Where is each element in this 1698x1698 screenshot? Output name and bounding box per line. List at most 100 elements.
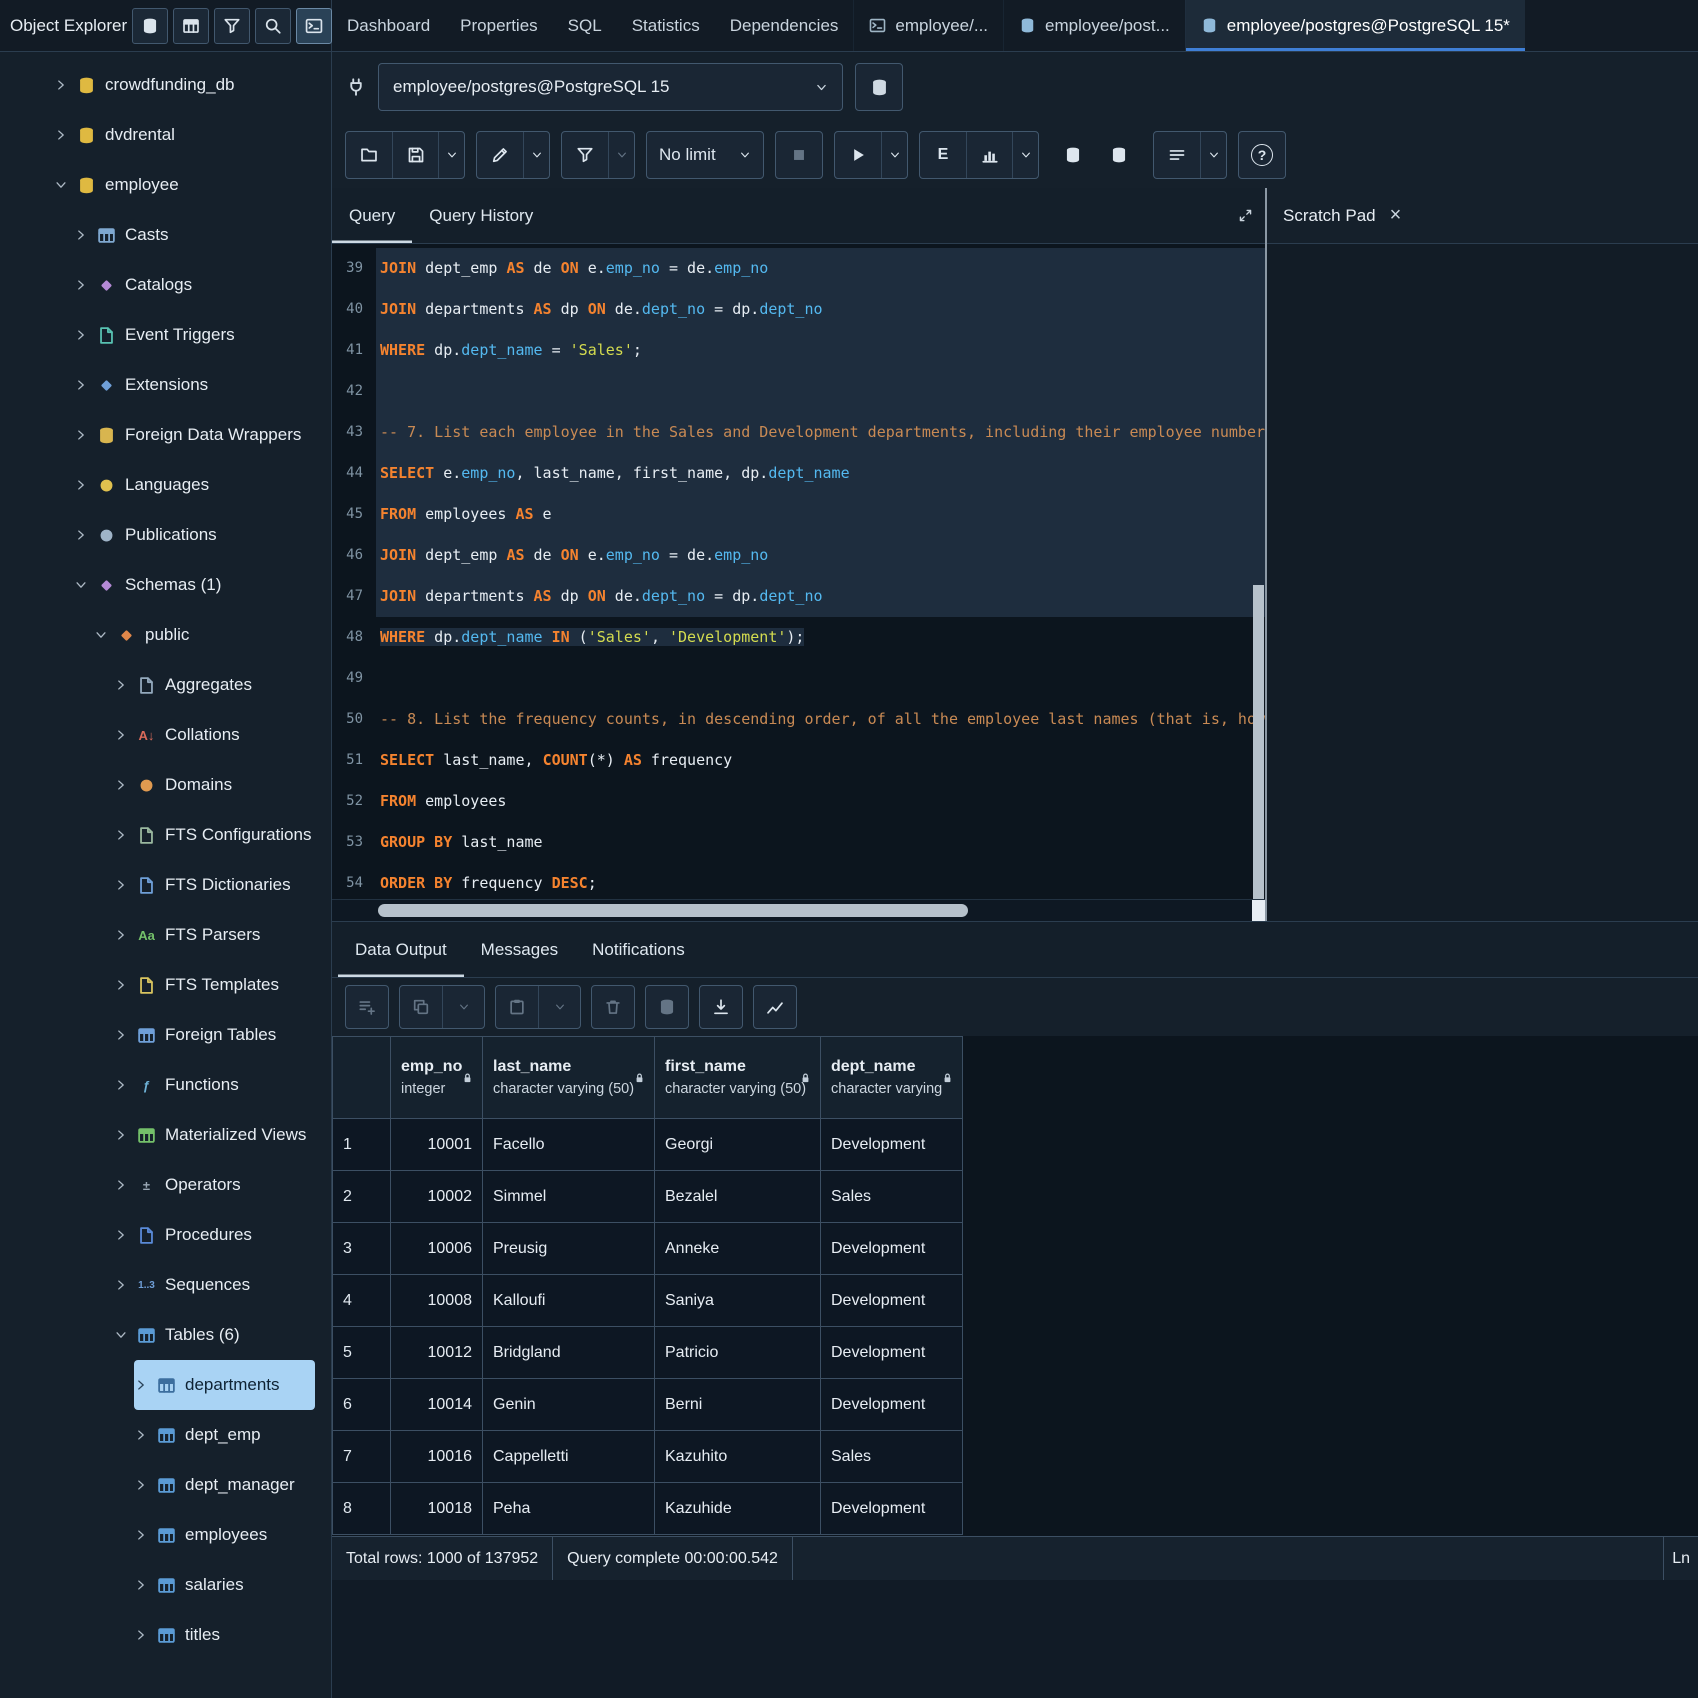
- cell-first_name[interactable]: Patricio: [655, 1327, 821, 1379]
- chevron-right-icon[interactable]: [114, 1028, 128, 1042]
- cell-first_name[interactable]: Bezalel: [655, 1171, 821, 1223]
- connection-select[interactable]: employee/postgres@PostgreSQL 15: [378, 63, 843, 111]
- edit-options-button[interactable]: [523, 132, 549, 178]
- tab-employee-postgres-postgresql-15[interactable]: employee/postgres@PostgreSQL 15*: [1185, 0, 1525, 51]
- chevron-right-icon[interactable]: [114, 1228, 128, 1242]
- chevron-right-icon[interactable]: [134, 1378, 148, 1392]
- cell-last_name[interactable]: Bridgland: [483, 1327, 655, 1379]
- row-number-cell[interactable]: 3: [333, 1223, 391, 1275]
- chevron-right-icon[interactable]: [54, 78, 68, 92]
- chevron-right-icon[interactable]: [74, 378, 88, 392]
- tab-dependencies[interactable]: Dependencies: [715, 0, 854, 51]
- tree-item-dept-emp[interactable]: dept_emp: [134, 1410, 315, 1460]
- cancel-query-button[interactable]: [776, 132, 822, 178]
- tree-item-casts[interactable]: Casts: [74, 210, 315, 260]
- tree-item-salaries[interactable]: salaries: [134, 1560, 315, 1610]
- paste-options-button[interactable]: [538, 986, 580, 1028]
- horizontal-scroll-thumb[interactable]: [378, 904, 968, 917]
- cell-emp_no[interactable]: 10001: [391, 1119, 483, 1171]
- tree-item-materialized-views[interactable]: Materialized Views: [114, 1110, 315, 1160]
- cell-last_name[interactable]: Kalloufi: [483, 1275, 655, 1327]
- filter-options-button[interactable]: [608, 132, 634, 178]
- tree-item-tables-6[interactable]: Tables (6): [114, 1310, 315, 1360]
- copy-button[interactable]: [400, 986, 442, 1028]
- tree-item-titles[interactable]: titles: [134, 1610, 315, 1660]
- cell-dept_name[interactable]: Sales: [821, 1431, 963, 1483]
- row-number-cell[interactable]: 4: [333, 1275, 391, 1327]
- cell-dept_name[interactable]: Development: [821, 1483, 963, 1535]
- editor-line-39[interactable]: 39JOIN dept_emp AS de ON e.emp_no = de.e…: [332, 248, 1265, 289]
- cell-emp_no[interactable]: 10016: [391, 1431, 483, 1483]
- editor-vertical-scrollbar[interactable]: [1252, 244, 1265, 899]
- chevron-right-icon[interactable]: [74, 328, 88, 342]
- save-file-button[interactable]: [392, 132, 438, 178]
- editor-line-51[interactable]: 51SELECT last_name, COUNT(*) AS frequenc…: [332, 740, 1265, 781]
- tree-item-fts-dictionaries[interactable]: FTS Dictionaries: [114, 860, 315, 910]
- chevron-right-icon[interactable]: [114, 678, 128, 692]
- editor-line-44[interactable]: 44SELECT e.emp_no, last_name, first_name…: [332, 453, 1265, 494]
- cell-last_name[interactable]: Preusig: [483, 1223, 655, 1275]
- cell-dept_name[interactable]: Development: [821, 1223, 963, 1275]
- save-data-button[interactable]: [646, 986, 688, 1028]
- new-connection-button[interactable]: [855, 63, 903, 111]
- save-options-button[interactable]: [438, 132, 464, 178]
- chevron-right-icon[interactable]: [114, 878, 128, 892]
- column-header-emp_no[interactable]: emp_nointeger: [391, 1037, 483, 1119]
- chevron-right-icon[interactable]: [114, 1278, 128, 1292]
- editor-line-53[interactable]: 53GROUP BY last_name: [332, 822, 1265, 863]
- cell-dept_name[interactable]: Sales: [821, 1171, 963, 1223]
- tree-item-publications[interactable]: Publications: [74, 510, 315, 560]
- delete-rows-button[interactable]: [592, 986, 634, 1028]
- chevron-right-icon[interactable]: [134, 1528, 148, 1542]
- cell-emp_no[interactable]: 10012: [391, 1327, 483, 1379]
- chevron-right-icon[interactable]: [54, 128, 68, 142]
- cell-first_name[interactable]: Georgi: [655, 1119, 821, 1171]
- tree-item-dept-manager[interactable]: dept_manager: [134, 1460, 315, 1510]
- tree-item-fts-configurations[interactable]: FTS Configurations: [114, 810, 315, 860]
- tree-item-functions[interactable]: ƒFunctions: [114, 1060, 315, 1110]
- editor-line-47[interactable]: 47JOIN departments AS dp ON de.dept_no =…: [332, 576, 1265, 617]
- editor-horizontal-scrollbar[interactable]: [332, 899, 1265, 921]
- chevron-right-icon[interactable]: [114, 728, 128, 742]
- cell-last_name[interactable]: Cappelletti: [483, 1431, 655, 1483]
- rollback-button[interactable]: [1096, 131, 1142, 179]
- tab-query[interactable]: Query: [332, 188, 412, 243]
- cell-last_name[interactable]: Peha: [483, 1483, 655, 1535]
- scratch-pad-textarea[interactable]: [1267, 244, 1698, 921]
- tab-sql[interactable]: SQL: [553, 0, 617, 51]
- editor-line-43[interactable]: 43-- 7. List each employee in the Sales …: [332, 412, 1265, 453]
- column-header-first_name[interactable]: first_namecharacter varying (50): [655, 1037, 821, 1119]
- cell-first_name[interactable]: Kazuhito: [655, 1431, 821, 1483]
- tree-item-operators[interactable]: ±Operators: [114, 1160, 315, 1210]
- editor-line-46[interactable]: 46JOIN dept_emp AS de ON e.emp_no = de.e…: [332, 535, 1265, 576]
- editor-line-41[interactable]: 41WHERE dp.dept_name = 'Sales';: [332, 330, 1265, 371]
- editor-line-45[interactable]: 45FROM employees AS e: [332, 494, 1265, 535]
- tab-properties[interactable]: Properties: [445, 0, 552, 51]
- tab-messages[interactable]: Messages: [464, 922, 575, 977]
- tab-employee[interactable]: employee/...: [853, 0, 1003, 51]
- close-icon[interactable]: ×: [1390, 204, 1402, 227]
- chevron-right-icon[interactable]: [114, 828, 128, 842]
- tab-notifications[interactable]: Notifications: [575, 922, 702, 977]
- tree-item-foreign-tables[interactable]: Foreign Tables: [114, 1010, 315, 1060]
- sql-editor[interactable]: 39JOIN dept_emp AS de ON e.emp_no = de.e…: [332, 244, 1265, 899]
- tab-dashboard[interactable]: Dashboard: [332, 0, 445, 51]
- cell-emp_no[interactable]: 10006: [391, 1223, 483, 1275]
- chevron-right-icon[interactable]: [114, 978, 128, 992]
- tree-item-fts-parsers[interactable]: AaFTS Parsers: [114, 910, 315, 960]
- chevron-right-icon[interactable]: [74, 428, 88, 442]
- graph-visualiser-button[interactable]: [754, 986, 796, 1028]
- macros-button[interactable]: [1154, 132, 1200, 178]
- editor-line-49[interactable]: 49: [332, 658, 1265, 699]
- tree-item-public[interactable]: public: [94, 610, 315, 660]
- execute-options-button[interactable]: [881, 132, 907, 178]
- editor-line-42[interactable]: 42: [332, 371, 1265, 412]
- tree-item-collations[interactable]: A↓Collations: [114, 710, 315, 760]
- cell-emp_no[interactable]: 10014: [391, 1379, 483, 1431]
- explain-options-button[interactable]: [1012, 132, 1038, 178]
- chevron-right-icon[interactable]: [74, 478, 88, 492]
- cell-first_name[interactable]: Berni: [655, 1379, 821, 1431]
- tree-item-catalogs[interactable]: Catalogs: [74, 260, 315, 310]
- row-number-header[interactable]: [333, 1037, 391, 1119]
- tree-item-sequences[interactable]: 1..3Sequences: [114, 1260, 315, 1310]
